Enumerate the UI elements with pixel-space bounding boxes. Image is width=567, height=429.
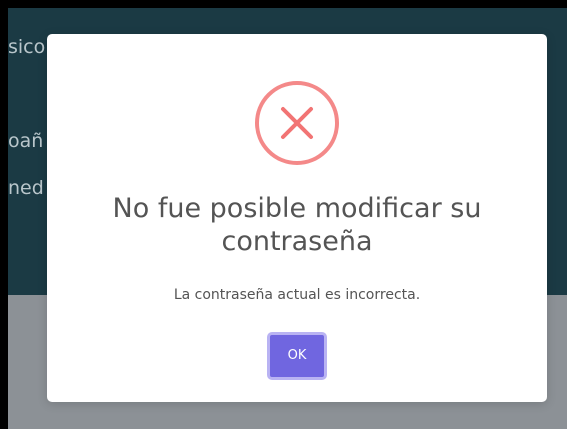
error-dialog: No fue posible modificar su contraseña L… xyxy=(47,34,547,402)
background-text-1: sico xyxy=(8,36,46,58)
ok-button[interactable]: OK xyxy=(267,332,327,380)
page-viewport: sico oañ ned No fue posible modificar su… xyxy=(8,8,567,429)
screen-frame: sico oañ ned No fue posible modificar su… xyxy=(0,0,567,429)
background-text-2: oañ xyxy=(8,130,44,152)
background-text-3: ned xyxy=(8,177,44,199)
dialog-title: No fue posible modificar su contraseña xyxy=(112,193,482,257)
dialog-message: La contraseña actual es incorrecta. xyxy=(173,287,421,303)
error-x-icon xyxy=(254,80,340,166)
